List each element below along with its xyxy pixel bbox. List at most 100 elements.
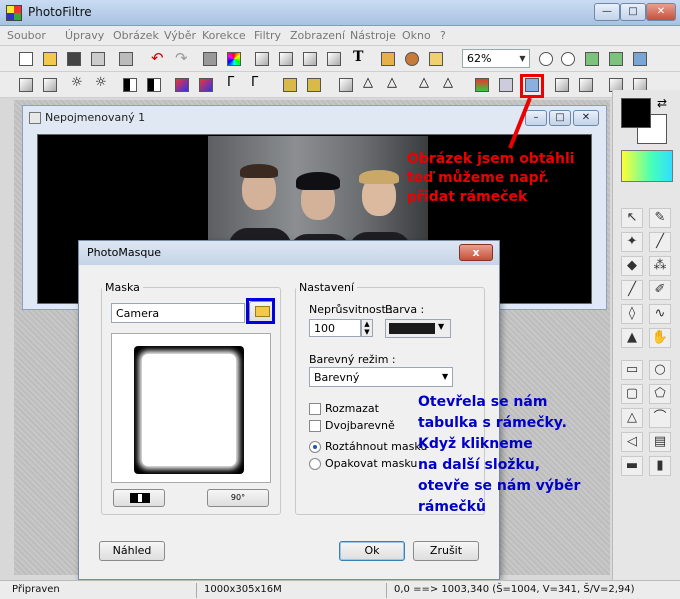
triangle-select-icon[interactable]: △ [621, 408, 643, 428]
opacity-field[interactable]: 100 [309, 319, 361, 337]
menu-filtry[interactable]: Filtry [254, 29, 281, 42]
line-tool-icon[interactable]: ╱ [649, 232, 671, 252]
frame-color-icon[interactable] [472, 75, 492, 95]
document-maximize-button[interactable]: □ [549, 110, 571, 126]
polygon-lasso-icon[interactable]: ◁ [621, 432, 643, 452]
gradient-swatch[interactable] [621, 150, 673, 182]
rotate-mask-button[interactable]: 90° [207, 489, 269, 507]
frame-icon[interactable] [496, 75, 516, 95]
rectangle-select-icon[interactable]: ▭ [621, 360, 643, 380]
auto-levels-icon[interactable] [16, 75, 36, 95]
opacity-spinner[interactable]: ▲ ▼ [361, 319, 373, 337]
mask-swap-button[interactable] [113, 489, 165, 507]
cancel-button[interactable]: Zrušit [413, 541, 479, 561]
advanced-brush-tool-icon[interactable]: ✐ [649, 280, 671, 300]
pointer-tool-icon[interactable]: ↖ [621, 208, 643, 228]
menu-nastroje[interactable]: Nástroje [350, 29, 396, 42]
save-icon[interactable] [64, 49, 84, 69]
maximize-button[interactable]: □ [620, 3, 646, 21]
blur-checkbox[interactable] [309, 403, 321, 415]
mirror-icon[interactable] [552, 75, 572, 95]
color-mode-select[interactable]: Barevný ▼ [309, 367, 453, 387]
sharpen-2-icon[interactable]: △ [440, 75, 460, 95]
saturation-down-icon[interactable] [196, 75, 216, 95]
menu-help[interactable]: ? [440, 29, 446, 42]
fit-window-icon[interactable] [582, 49, 602, 69]
gamma-down-icon[interactable]: Γ [248, 75, 268, 95]
spray-tool-icon[interactable]: ⁂ [649, 256, 671, 276]
preview-button[interactable]: Náhled [99, 541, 165, 561]
drop-icon[interactable]: △ [360, 75, 380, 95]
new-file-icon[interactable] [16, 49, 36, 69]
brush-tool-icon[interactable]: ╱ [621, 280, 643, 300]
blur-icon[interactable] [336, 75, 356, 95]
contrast-down-icon[interactable] [144, 75, 164, 95]
contrast-up-icon[interactable] [120, 75, 140, 95]
open-shape-icon[interactable]: ▤ [649, 432, 671, 452]
fill-icon[interactable] [200, 49, 220, 69]
plugin-icon[interactable] [378, 49, 398, 69]
mask-name-field[interactable]: Camera [111, 303, 245, 323]
menu-okno[interactable]: Okno [402, 29, 431, 42]
hand-tool-icon[interactable]: ✋ [649, 328, 671, 348]
actual-size-icon[interactable] [606, 49, 626, 69]
zoom-out-icon[interactable] [558, 49, 578, 69]
browser-icon[interactable] [426, 49, 446, 69]
sharpen-icon[interactable]: △ [416, 75, 436, 95]
redo-icon[interactable]: ↷ [172, 49, 192, 69]
zoom-in-icon[interactable] [536, 49, 556, 69]
ellipse-select-icon[interactable]: ○ [649, 360, 671, 380]
undo-icon[interactable]: ↶ [148, 49, 168, 69]
foreground-color-swatch[interactable] [621, 98, 651, 128]
swap-colors-icon[interactable]: ⇄ [657, 96, 667, 110]
document-minimize-button[interactable]: – [525, 110, 547, 126]
smudge-tool-icon[interactable]: ∿ [649, 304, 671, 324]
flip-icon[interactable] [576, 75, 596, 95]
lasso-select-icon[interactable]: ⌒ [649, 408, 671, 428]
menu-vyber[interactable]: Výběr [164, 29, 196, 42]
brightness-down-icon[interactable]: ☼ [92, 75, 112, 95]
minimize-button[interactable]: — [594, 3, 620, 21]
grid-filter-icon[interactable] [280, 75, 300, 95]
close-button[interactable]: ✕ [646, 3, 676, 21]
settings-icon[interactable] [402, 49, 422, 69]
mask-color-picker[interactable]: ▼ [385, 319, 451, 338]
magic-wand-tool-icon[interactable]: ✦ [621, 232, 643, 252]
text-icon[interactable]: T [350, 49, 370, 69]
menu-soubor[interactable]: Soubor [7, 29, 46, 42]
selection-bar-icon[interactable]: ▬ [621, 456, 643, 476]
ok-button[interactable]: Ok [339, 541, 405, 561]
fill-tool-icon[interactable]: ◆ [621, 256, 643, 276]
saturation-up-icon[interactable] [172, 75, 192, 95]
menu-korekce[interactable]: Korekce [202, 29, 246, 42]
drop-2-icon[interactable]: △ [384, 75, 404, 95]
image-size-icon[interactable] [252, 49, 272, 69]
bicolor-checkbox[interactable] [309, 420, 321, 432]
blur-tool-icon[interactable]: ◊ [621, 304, 643, 324]
grid-filter-2-icon[interactable] [304, 75, 324, 95]
duplicate-icon[interactable] [300, 49, 320, 69]
brightness-up-icon[interactable]: ☼ [68, 75, 88, 95]
selection-column-icon[interactable]: ▮ [649, 456, 671, 476]
stamp-tool-icon[interactable]: ▲ [621, 328, 643, 348]
palette-icon[interactable] [224, 49, 244, 69]
menu-obrazek[interactable]: Obrázek [113, 29, 159, 42]
gamma-up-icon[interactable]: Γ [224, 75, 244, 95]
stretch-mask-radio[interactable] [309, 441, 321, 453]
rounded-rect-select-icon[interactable]: ▢ [621, 384, 643, 404]
repeat-mask-radio[interactable] [309, 458, 321, 470]
canvas-size-icon[interactable] [276, 49, 296, 69]
scan-icon[interactable] [116, 49, 136, 69]
open-file-icon[interactable] [40, 49, 60, 69]
print-icon[interactable] [88, 49, 108, 69]
dialog-close-button[interactable]: x [459, 244, 493, 261]
crop-icon[interactable] [324, 49, 344, 69]
auto-contrast-icon[interactable] [40, 75, 60, 95]
menu-zobrazeni[interactable]: Zobrazení [290, 29, 345, 42]
document-close-button[interactable]: ✕ [573, 110, 599, 126]
polygon-select-icon[interactable]: ⬠ [649, 384, 671, 404]
menu-upravy[interactable]: Úpravy [65, 29, 104, 42]
fullscreen-icon[interactable] [630, 49, 650, 69]
eyedropper-tool-icon[interactable]: ✎ [649, 208, 671, 228]
chevron-down-icon[interactable]: ▼ [516, 50, 529, 67]
